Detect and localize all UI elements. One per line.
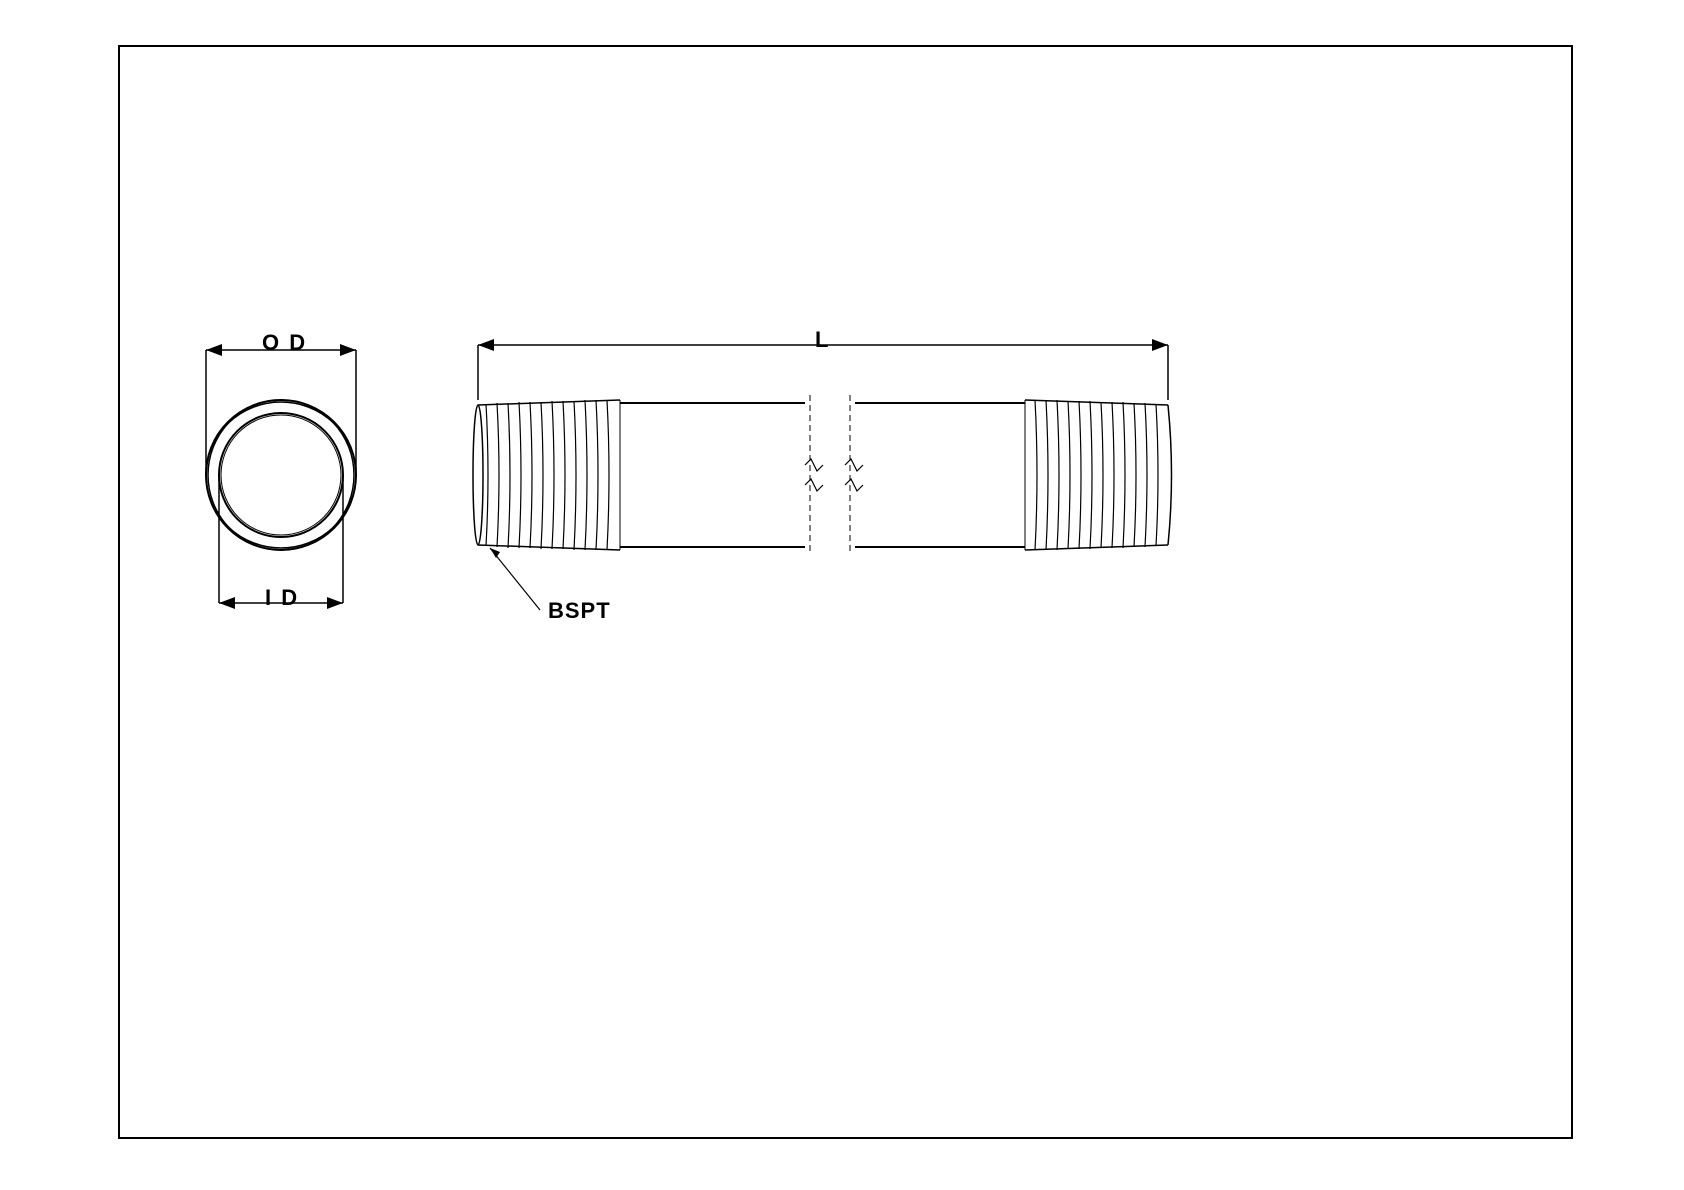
label-od: O D bbox=[262, 330, 307, 356]
side-view bbox=[473, 339, 1172, 610]
label-length: L bbox=[815, 327, 830, 353]
label-id: I D bbox=[265, 585, 299, 611]
technical-drawing bbox=[0, 0, 1684, 1190]
label-bspt: BSPT bbox=[548, 598, 611, 624]
end-view bbox=[206, 344, 356, 609]
